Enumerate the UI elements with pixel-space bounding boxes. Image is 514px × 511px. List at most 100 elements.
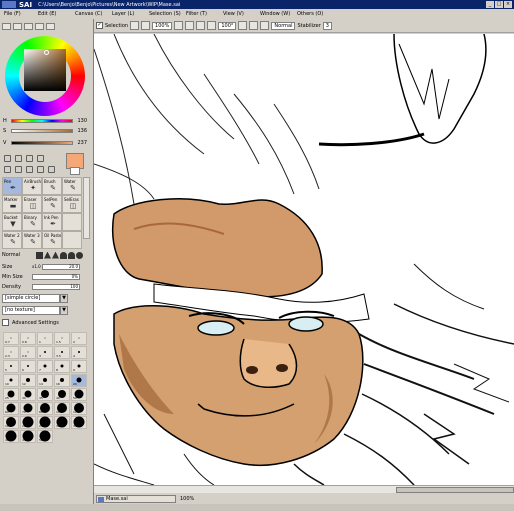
brush-shape-4-icon[interactable] (60, 251, 67, 259)
brush-size-cell[interactable]: 2.6 (20, 346, 36, 359)
brush-size-cell[interactable]: 0.7 (3, 332, 19, 345)
brush-size-cell[interactable]: 12 (20, 374, 36, 387)
brush-size-cell[interactable]: 350 (71, 416, 87, 429)
min-size-slider[interactable]: 0% (32, 273, 80, 280)
brush-shape-6-icon[interactable] (76, 251, 83, 259)
brush-size-cell[interactable]: 500 (37, 430, 53, 443)
eyedropper-icon[interactable] (37, 155, 44, 162)
magic-wand-icon[interactable] (15, 155, 22, 162)
document-tab[interactable]: Mase.sai (96, 495, 176, 503)
brush-size-cell[interactable]: 60 (3, 402, 19, 415)
tool-grid-scrollbar[interactable] (83, 177, 90, 239)
tool-marker[interactable]: Marker ▬ (2, 195, 22, 213)
rotate-icon[interactable] (26, 166, 33, 173)
saturation-slider[interactable] (11, 129, 73, 133)
brush-size-cell[interactable]: 70 (20, 402, 36, 415)
rotate-left-icon[interactable] (196, 21, 206, 30)
rgb-slider-tab-icon[interactable] (13, 23, 22, 30)
brush-size-cell[interactable]: 10 (3, 374, 19, 387)
brush-size-cell[interactable]: 1.5 (54, 332, 70, 345)
brush-size-cell[interactable]: 4 (71, 346, 87, 359)
brush-size-cell[interactable]: 1 (37, 332, 53, 345)
move-icon[interactable] (4, 166, 11, 173)
hand-icon[interactable] (26, 155, 33, 162)
brush-size-cell[interactable]: 14 (37, 374, 53, 387)
hue-slider[interactable] (11, 119, 73, 123)
menu-canvas[interactable]: Canvas (C) (69, 11, 106, 17)
brush-size-cell[interactable]: 2.3 (3, 346, 19, 359)
brush-size-cell[interactable]: 0.8 (20, 332, 36, 345)
tool-water-3[interactable]: Water 3 ✎ (22, 231, 42, 249)
tool-ink-pen[interactable]: Ink Pen ✒ (42, 213, 62, 231)
color-wheel-tab-icon[interactable] (2, 23, 11, 30)
brush-size-cell[interactable]: 20 (71, 374, 87, 387)
size-slider[interactable]: 20.0 (42, 263, 80, 270)
tool-eraser[interactable]: Eraser ◫ (22, 195, 42, 213)
scratchpad-tab-icon[interactable] (46, 23, 55, 30)
brush-size-cell[interactable]: 9 (71, 360, 87, 373)
brush-size-cell[interactable]: 450 (20, 430, 36, 443)
brush-size-cell[interactable]: 300 (54, 416, 70, 429)
menu-file[interactable]: File (F) (0, 11, 32, 17)
brush-size-cell[interactable]: 25 (3, 388, 19, 401)
menu-layer[interactable]: Layer (L) (106, 11, 143, 17)
brush-shape-select[interactable]: [simple circle] (2, 294, 60, 303)
color-picker-marker[interactable] (44, 50, 49, 55)
brush-size-cell[interactable]: 7 (37, 360, 53, 373)
menu-window[interactable]: Window (W) (254, 11, 291, 17)
brush-size-cell[interactable]: 160 (3, 416, 19, 429)
brush-shape-dropdown-icon[interactable]: ▼ (60, 294, 68, 303)
brush-size-cell[interactable]: 80 (37, 402, 53, 415)
brush-size-cell[interactable]: 3 (37, 346, 53, 359)
brush-size-cell[interactable]: 120 (71, 402, 87, 415)
brush-size-cell[interactable]: 5 (3, 360, 19, 373)
tool-empty-11[interactable] (62, 213, 82, 231)
transparency-icon[interactable] (48, 166, 55, 173)
tool-seleras[interactable]: SelEras ◫ (62, 195, 82, 213)
hsv-slider-tab-icon[interactable] (24, 23, 33, 30)
brush-texture-dropdown-icon[interactable]: ▼ (60, 306, 68, 315)
color-picker-icon[interactable] (37, 166, 44, 173)
tool-airbrush[interactable]: AirBrush ✦ (22, 177, 42, 195)
brush-size-cell[interactable]: 400 (3, 430, 19, 443)
tool-oil-pastel[interactable]: Oil Pastel ✎ (42, 231, 62, 249)
blend-mode-label[interactable]: Normal (2, 252, 36, 258)
size-multiplier[interactable]: x1.0 (32, 264, 42, 269)
zoom-out-icon[interactable] (141, 21, 151, 30)
close-button[interactable]: × (504, 1, 512, 8)
brush-size-cell[interactable]: 100 (54, 402, 70, 415)
value-slider[interactable] (11, 141, 73, 145)
tool-water-2[interactable]: Water 2 ✎ (2, 231, 22, 249)
tool-bucket[interactable]: Bucket ▼ (2, 213, 22, 231)
horizontal-scrollbar-thumb[interactable] (396, 487, 514, 493)
brush-size-cell[interactable]: 250 (37, 416, 53, 429)
brush-size-cell[interactable]: 30 (20, 388, 36, 401)
zoom-icon[interactable] (15, 166, 22, 173)
flip-horizontal-icon[interactable] (249, 21, 259, 30)
brush-size-cell[interactable]: 40 (54, 388, 70, 401)
zoom-reset-icon[interactable] (174, 21, 184, 30)
mode-field[interactable]: Normal (271, 21, 296, 30)
tool-empty-15[interactable] (62, 231, 82, 249)
lasso-icon[interactable] (4, 155, 11, 162)
background-color-swatch[interactable] (70, 167, 80, 175)
zoom-field[interactable]: 100% (152, 21, 173, 30)
stabilizer-field[interactable]: 3 (322, 21, 332, 30)
brush-texture-select[interactable]: [no texture] (2, 306, 60, 315)
brush-shape-1-icon[interactable] (36, 251, 43, 259)
minimize-button[interactable]: _ (486, 1, 494, 8)
brush-size-cell[interactable]: 2 (71, 332, 87, 345)
maximize-button[interactable]: □ (495, 1, 503, 8)
zoom-fit-icon[interactable] (185, 21, 195, 30)
drawing-canvas[interactable] (94, 34, 514, 485)
brush-size-cell[interactable]: 35 (37, 388, 53, 401)
menu-edit[interactable]: Edit (E) (32, 11, 69, 17)
brush-size-cell[interactable]: 3.5 (54, 346, 70, 359)
tool-brush[interactable]: Brush ✎ (42, 177, 62, 195)
brush-size-cell[interactable]: 8 (54, 360, 70, 373)
flip-vertical-icon[interactable] (260, 21, 270, 30)
selection-checkbox[interactable]: ✓ (96, 22, 103, 29)
brush-size-cell[interactable]: 50 (71, 388, 87, 401)
saturation-value-square[interactable] (24, 49, 66, 91)
density-slider[interactable]: 100 (32, 283, 80, 290)
